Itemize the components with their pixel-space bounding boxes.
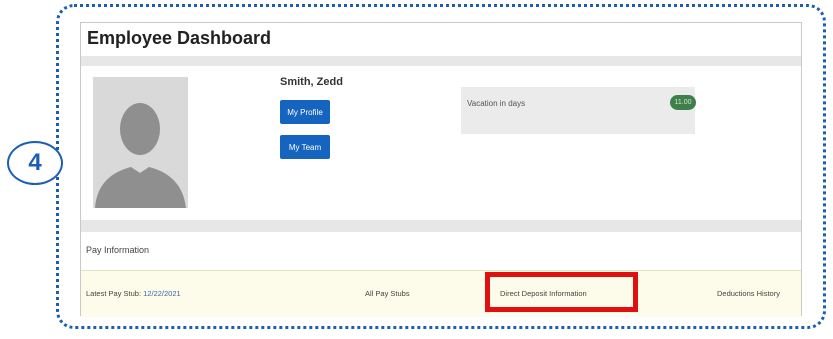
pay-information-heading: Pay Information [86,245,150,255]
employee-dashboard-panel: Employee Dashboard Smith, Zedd My Profil… [80,22,802,317]
avatar [93,77,188,208]
latest-pay-stub: Latest Pay Stub: 12/22/2021 [86,289,181,298]
vacation-label: Vacation in days [467,99,526,108]
direct-deposit-highlight-box [485,272,638,312]
all-pay-stubs-link[interactable]: All Pay Stubs [365,289,410,298]
section-divider [81,220,801,232]
step-number-badge: 4 [7,141,63,185]
avatar-placeholder-icon [93,77,188,208]
vacation-value-badge: 11.00 [670,95,696,110]
deductions-history-link[interactable]: Deductions History [717,289,780,298]
header-divider [81,56,801,66]
page-title: Employee Dashboard [87,28,272,48]
vacation-balance-card: Vacation in days 11.00 [461,87,696,134]
employee-name: Smith, Zedd [280,76,343,88]
pay-links-row: Latest Pay Stub: 12/22/2021 All Pay Stub… [81,270,801,317]
latest-pay-stub-label: Latest Pay Stub: [86,289,142,298]
my-profile-button[interactable]: My Profile [280,100,330,124]
my-team-button[interactable]: My Team [280,135,330,159]
latest-pay-stub-date-link[interactable]: 12/22/2021 [143,289,181,298]
